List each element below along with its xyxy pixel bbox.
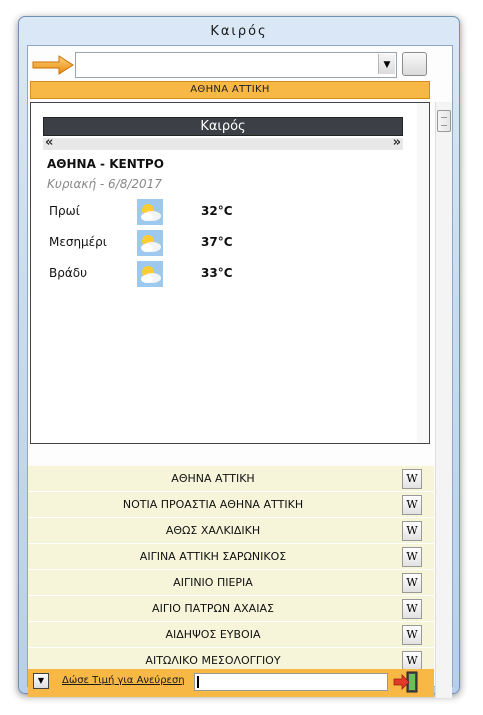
weather-nav: « »: [43, 135, 403, 150]
list-item[interactable]: ΝΟΤΙΑ ΠΡΟΑΣΤΙΑ ΑΘΗΝΑ ΑΤΤΙΚΗ W: [28, 492, 434, 518]
wikipedia-icon[interactable]: W: [402, 469, 422, 489]
list-item-label: ΑΘΗΝΑ ΑΤΤΙΚΗ: [171, 472, 255, 485]
list-item-label: ΑΙΓΙΟ ΠΑΤΡΩΝ ΑΧΑΙΑΣ: [152, 602, 274, 615]
app-window: Καιρός ▼ ΑΘΗΝΑ ΑΤΤΙΚΗ Καιρός « » ΑΘΗΝΑ -…: [18, 16, 460, 698]
list-item-label: ΑΙΓΙΝΙΟ ΠΙΕΡΙΑ: [173, 576, 253, 589]
forecast-temp: 32°C: [201, 204, 233, 218]
partly-cloudy-icon: [137, 261, 163, 287]
list-item[interactable]: ΑΙΓΙΝΑ ΑΤΤΙΚΗ ΣΑΡΩΝΙΚΟΣ W: [28, 544, 434, 570]
weather-header: Καιρός: [43, 117, 403, 136]
search-input[interactable]: [194, 673, 388, 691]
wikipedia-icon[interactable]: W: [402, 625, 422, 645]
weather-panel: Καιρός « » ΑΘΗΝΑ - ΚΕΝΤΡΟ Κυριακή - 6/8/…: [30, 102, 430, 444]
list-item-label: ΑΙΔΗΨΟΣ ΕΥΒΟΙΑ: [165, 628, 261, 641]
window-title: Καιρός: [210, 24, 268, 39]
prev-button[interactable]: «: [45, 135, 53, 150]
enter-icon[interactable]: [393, 671, 419, 693]
forecast-period: Πρωί: [49, 204, 80, 218]
list-item[interactable]: ΑΙΓΙΝΙΟ ΠΙΕΡΙΑ W: [28, 570, 434, 596]
forecast-period: Μεσημέρι: [49, 235, 107, 249]
arrow-right-icon[interactable]: [31, 53, 75, 77]
list-item-label: ΑΙΓΙΝΑ ΑΤΤΙΚΗ ΣΑΡΩΝΙΚΟΣ: [139, 550, 287, 563]
forecast-row: Μεσημέρι 37°C: [49, 230, 349, 256]
search-link[interactable]: Δώσε Τιμή για Ανεύρεση: [62, 675, 185, 686]
search-bar: ▼ Δώσε Τιμή για Ανεύρεση: [28, 669, 434, 697]
go-button[interactable]: [402, 52, 427, 76]
location-name: ΑΘΗΝΑ - ΚΕΝΤΡΟ: [47, 157, 164, 171]
next-button[interactable]: »: [393, 135, 401, 150]
wikipedia-icon[interactable]: W: [402, 573, 422, 593]
list-item-label: ΝΟΤΙΑ ΠΡΟΑΣΤΙΑ ΑΘΗΝΑ ΑΤΤΙΚΗ: [122, 498, 304, 511]
list-item[interactable]: ΑΘΩΣ ΧΑΛΚΙΔΙΚΗ W: [28, 518, 434, 544]
client-area: ▼ ΑΘΗΝΑ ΑΤΤΙΚΗ Καιρός « » ΑΘΗΝΑ - ΚΕΝΤΡΟ…: [27, 45, 453, 698]
dropdown-button[interactable]: ▼: [33, 673, 49, 689]
location-list: ΑΘΗΝΑ ΑΤΤΙΚΗ W ΝΟΤΙΑ ΠΡΟΑΣΤΙΑ ΑΘΗΝΑ ΑΤΤΙ…: [28, 466, 434, 674]
wikipedia-icon[interactable]: W: [402, 547, 422, 567]
partly-cloudy-icon: [137, 199, 163, 225]
wikipedia-icon[interactable]: W: [402, 521, 422, 541]
region-bar: ΑΘΗΝΑ ΑΤΤΙΚΗ: [30, 81, 430, 99]
list-item-label: ΑΘΩΣ ΧΑΛΚΙΔΙΚΗ: [165, 524, 261, 537]
list-item[interactable]: ΑΘΗΝΑ ΑΤΤΙΚΗ W: [28, 466, 434, 492]
forecast-date: Κυριακή - 6/8/2017: [47, 177, 162, 191]
scrollbar-thumb[interactable]: [437, 110, 451, 132]
forecast-temp: 33°C: [201, 266, 233, 280]
wikipedia-icon[interactable]: W: [402, 651, 422, 671]
wikipedia-icon[interactable]: W: [402, 599, 422, 619]
chevron-down-icon[interactable]: ▼: [378, 54, 395, 74]
wikipedia-icon[interactable]: W: [402, 495, 422, 515]
list-item[interactable]: ΑΙΓΙΟ ΠΑΤΡΩΝ ΑΧΑΙΑΣ W: [28, 596, 434, 622]
forecast-row: Πρωί 32°C: [49, 199, 349, 225]
location-combobox[interactable]: ▼: [75, 52, 397, 78]
forecast-row: Βράδυ 33°C: [49, 261, 349, 287]
text-caret: [197, 676, 199, 688]
panel-scrollbar[interactable]: [417, 103, 429, 443]
partly-cloudy-icon: [137, 230, 163, 256]
forecast-temp: 37°C: [201, 235, 233, 249]
window-scrollbar[interactable]: [435, 102, 452, 698]
forecast-period: Βράδυ: [49, 266, 88, 280]
list-item[interactable]: ΑΙΔΗΨΟΣ ΕΥΒΟΙΑ W: [28, 622, 434, 648]
